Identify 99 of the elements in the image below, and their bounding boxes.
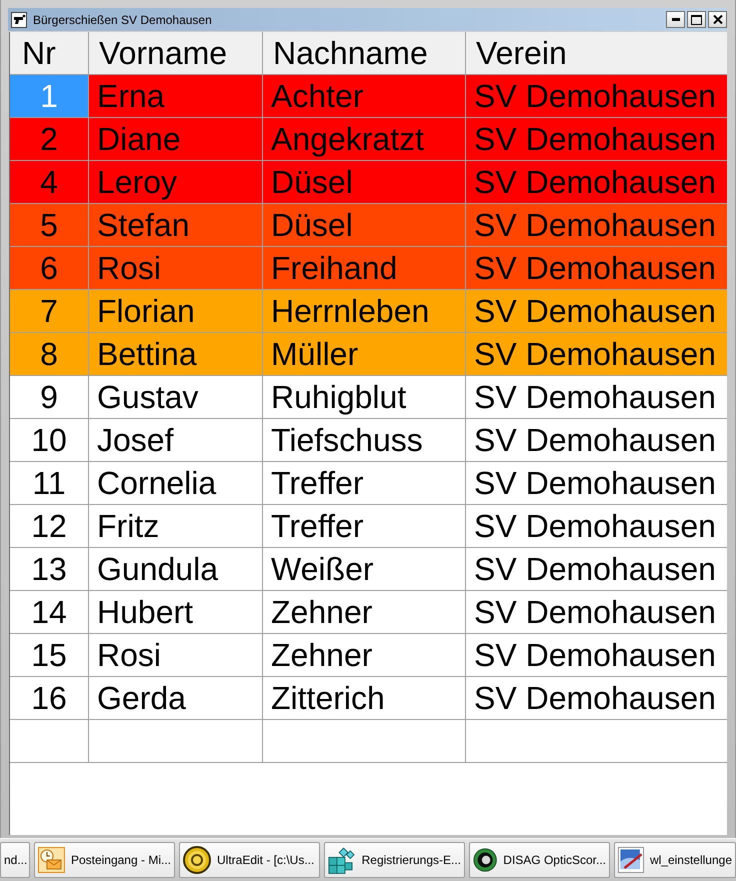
cubes-icon	[328, 844, 356, 876]
table-cell: Josef	[89, 419, 263, 461]
table-cell: Tiefschuss	[263, 419, 466, 461]
taskbar-button[interactable]: Posteingang - Mi...	[34, 842, 175, 878]
maximize-button[interactable]	[687, 11, 706, 28]
table-cell: Treffer	[263, 462, 466, 504]
table-row[interactable]: 11 Cornelia Treffer SV Demohausen	[10, 462, 727, 505]
table-cell: Gundula	[89, 548, 263, 590]
table-row[interactable]: 10 Josef Tiefschuss SV Demohausen	[10, 419, 727, 462]
table-cell: 15	[10, 634, 89, 676]
table-cell-text: SV Demohausen	[473, 507, 717, 546]
table-cell: Diane	[89, 118, 263, 160]
table-cell: Rosi	[89, 247, 263, 289]
column-header[interactable]: Nr	[10, 32, 89, 74]
table-cell-text: SV Demohausen	[473, 77, 717, 116]
table-cell-text: SV Demohausen	[473, 464, 717, 503]
table-cell-text: SV Demohausen	[473, 163, 717, 202]
table-row[interactable]: 8 Bettina Müller SV Demohausen	[10, 333, 727, 376]
table-cell-text: SV Demohausen	[473, 679, 717, 718]
table-cell: Erna	[89, 75, 263, 117]
empty-row[interactable]	[10, 720, 727, 763]
table-cell-text: SV Demohausen	[473, 636, 717, 675]
table-row[interactable]: 5 Stefan Düsel SV Demohausen	[10, 204, 727, 247]
table-cell: Stefan	[89, 204, 263, 246]
table-cell-text: SV Demohausen	[473, 120, 717, 159]
table-cell: 2	[10, 118, 89, 160]
table-cell-text: SV Demohausen	[473, 550, 717, 589]
table-cell: Müller	[263, 333, 466, 375]
table-cell: 6	[10, 247, 89, 289]
table-cell: Zehner	[263, 634, 466, 676]
close-icon	[712, 15, 722, 24]
table-cell: Rosi	[89, 634, 263, 676]
table-cell: Düsel	[263, 204, 466, 246]
taskbar-button[interactable]: wl_einstellunge	[614, 842, 736, 878]
table-cell: Ruhigblut	[263, 376, 466, 418]
table-cell: 5	[10, 204, 89, 246]
table-row[interactable]: 14 Hubert Zehner SV Demohausen	[10, 591, 727, 634]
table-cell: 1	[10, 75, 89, 117]
table-cell: Bettina	[89, 333, 263, 375]
column-header[interactable]: Vorname	[89, 32, 263, 74]
minimize-icon	[672, 18, 680, 21]
column-header[interactable]: Verein	[466, 32, 729, 74]
table-cell: 8	[10, 333, 89, 375]
taskbar-button[interactable]: DISAG OpticScor...	[469, 842, 610, 878]
maximize-icon	[691, 14, 702, 24]
window-title: Bürgerschießen SV Demohausen	[33, 12, 212, 26]
table-cell-text: SV Demohausen	[473, 335, 717, 374]
table-cell: 10	[10, 419, 89, 461]
round-logo-icon	[183, 846, 211, 874]
table-cell-text: SV Demohausen	[473, 292, 717, 331]
table-cell: 7	[10, 290, 89, 332]
table-cell: Hubert	[89, 591, 263, 633]
table-cell: 16	[10, 677, 89, 719]
table-row[interactable]: 1 Erna Achter SV Demohausen	[10, 75, 727, 118]
table-row[interactable]: 15 Rosi Zehner SV Demohausen	[10, 634, 727, 677]
taskbar-button[interactable]: UltraEdit - [c:\Us...	[179, 842, 320, 878]
picture-pen-icon	[618, 844, 644, 876]
table-cell-text: SV Demohausen	[473, 378, 717, 417]
table-cell: Zitterich	[263, 677, 466, 719]
table-cell: Treffer	[263, 505, 466, 547]
table-row[interactable]: 6 Rosi Freihand SV Demohausen	[10, 247, 727, 290]
table-cell: 13	[10, 548, 89, 590]
table-row[interactable]: 9 Gustav Ruhigblut SV Demohausen	[10, 376, 727, 419]
table-cell: Fritz	[89, 505, 263, 547]
table-row[interactable]: 2 Diane Angekratzt SV Demohausen	[10, 118, 727, 161]
table-cell: Gerda	[89, 677, 263, 719]
table-cell-text: SV Demohausen	[473, 206, 717, 245]
table-cell: Freihand	[263, 247, 466, 289]
table-cell: 11	[10, 462, 89, 504]
table-cell: Angekratzt	[263, 118, 466, 160]
table-cell: 4	[10, 161, 89, 203]
pistol-icon	[11, 12, 27, 28]
table-row[interactable]: 7 Florian Herrnleben SV Demohausen	[10, 290, 727, 333]
table-cell: Gustav	[89, 376, 263, 418]
table-cell-text: SV Demohausen	[473, 421, 717, 460]
table-cell: Weißer	[263, 548, 466, 590]
clock-envelope-icon	[38, 847, 65, 873]
table-cell: Düsel	[263, 161, 466, 203]
table-cell: Leroy	[89, 161, 263, 203]
table-cell: 9	[10, 376, 89, 418]
ring-logo-icon	[473, 847, 498, 873]
minimize-button[interactable]	[666, 11, 685, 28]
taskbar-button[interactable]: nd...	[0, 842, 30, 878]
table-cell: Herrnleben	[263, 290, 466, 332]
close-button[interactable]	[708, 11, 727, 28]
table-cell: Florian	[89, 290, 263, 332]
table-row[interactable]: 12 Fritz Treffer SV Demohausen	[10, 505, 727, 548]
table-cell-text: SV Demohausen	[473, 249, 717, 288]
table-cell: 14	[10, 591, 89, 633]
taskbar-button[interactable]: Registrierungs-E...	[324, 842, 465, 878]
table-row[interactable]: 16 Gerda Zitterich SV Demohausen	[10, 677, 727, 720]
table-cell: Zehner	[263, 591, 466, 633]
table-row[interactable]: 4 Leroy Düsel SV Demohausen	[10, 161, 727, 204]
table-cell-text: SV Demohausen	[473, 593, 717, 632]
column-header[interactable]: Nachname	[263, 32, 466, 74]
table-row[interactable]: 13 Gundula Weißer SV Demohausen	[10, 548, 727, 591]
table-cell: Cornelia	[89, 462, 263, 504]
table-cell: Achter	[263, 75, 466, 117]
table-cell: 12	[10, 505, 89, 547]
